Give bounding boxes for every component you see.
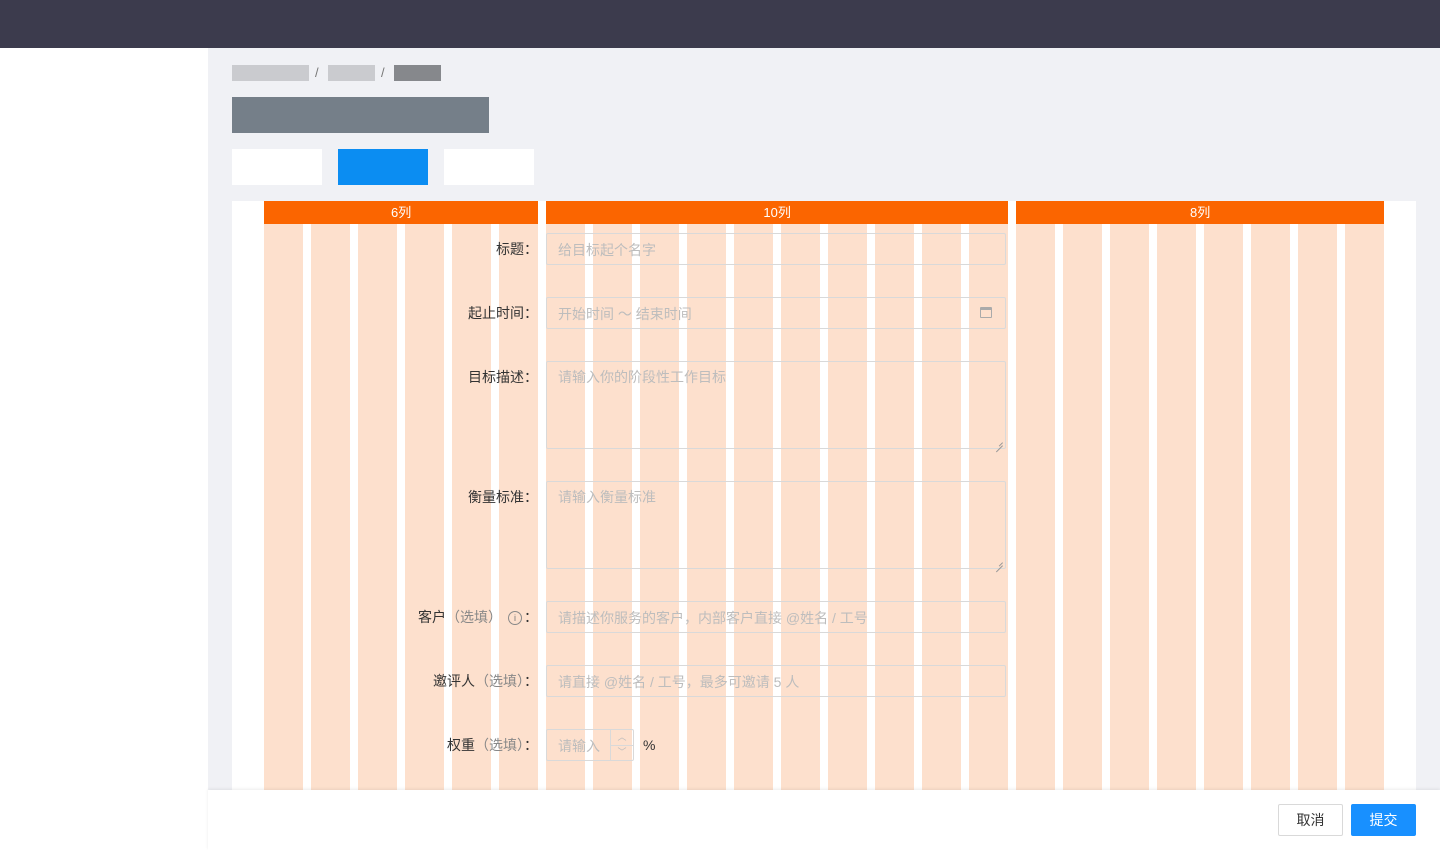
client-placeholder: 请描述你服务的客户，内部客户直接 @姓名 / 工号 (558, 610, 868, 626)
standard-textarea[interactable]: 请输入衡量标准 (546, 481, 1006, 569)
grid-column (405, 224, 445, 850)
breadcrumb-separator: / (381, 65, 385, 80)
grid-column (1157, 224, 1197, 850)
invites-label: 邀评人（选填）： (433, 673, 538, 689)
resize-handle-icon[interactable] (995, 558, 1003, 566)
top-nav-bar (0, 0, 1440, 48)
invites-input[interactable]: 请直接 @姓名 / 工号，最多可邀请 5 人 (546, 665, 1006, 697)
weight-placeholder: 请输入 (558, 738, 600, 754)
grid-column (1204, 224, 1244, 850)
breadcrumb-separator: / (315, 65, 319, 80)
grid-column (264, 224, 304, 850)
breadcrumb-item-current (394, 65, 441, 81)
date-range-placeholder: 开始时间 ～ 结束时间 (558, 306, 692, 322)
info-icon[interactable]: i (508, 611, 522, 625)
calendar-icon[interactable] (980, 307, 992, 318)
grid-header-2: 10列 (546, 201, 1009, 224)
stepper-down-icon[interactable]: ﹀ (611, 745, 633, 760)
grid-column (1345, 224, 1385, 850)
tab-3[interactable] (444, 149, 534, 185)
footer-toolbar: 取消 提交 (208, 790, 1440, 850)
stepper-up-icon[interactable]: ︿ (611, 730, 633, 746)
tab-2-active[interactable] (338, 149, 428, 185)
grid-column (1110, 224, 1150, 850)
resize-handle-icon[interactable] (995, 438, 1003, 446)
title-input[interactable]: 给目标起个名字 (546, 233, 1006, 265)
client-label: 客户（选填） i： (418, 609, 538, 625)
standard-placeholder: 请输入衡量标准 (558, 489, 656, 505)
grid-column (1016, 224, 1056, 850)
grid-header-3: 8列 (1016, 201, 1385, 224)
grid-column (311, 224, 351, 850)
client-input[interactable]: 请描述你服务的客户，内部客户直接 @姓名 / 工号 (546, 601, 1006, 633)
grid-column (358, 224, 398, 850)
weight-number-input[interactable]: 请输入 ︿ ﹀ (546, 729, 634, 761)
goal-textarea[interactable]: 请输入你的阶段性工作目标 (546, 361, 1006, 449)
goal-placeholder: 请输入你的阶段性工作目标 (558, 369, 726, 385)
breadcrumb-item-2[interactable] (328, 65, 375, 81)
cancel-button[interactable]: 取消 (1278, 804, 1343, 836)
grid-column (1298, 224, 1338, 850)
weight-stepper: ︿ ﹀ (610, 730, 633, 760)
title-placeholder: 给目标起个名字 (558, 242, 656, 258)
title-label: 标题： (496, 241, 538, 257)
weight-label: 权重（选填）： (447, 737, 538, 753)
main-content: / / 6列 10列 8列 标题： 给目标起个名字 起止时间： 开始时间 ～ 结束时… (208, 48, 1440, 850)
weight-unit: % (643, 737, 656, 753)
invites-placeholder: 请直接 @姓名 / 工号，最多可邀请 5 人 (558, 674, 800, 690)
form-card: 6列 10列 8列 标题： 给目标起个名字 起止时间： 开始时间 ～ 结束时间 目标… (232, 201, 1416, 850)
submit-button[interactable]: 提交 (1351, 804, 1416, 836)
standard-label: 衡量标准： (468, 489, 538, 505)
grid-column (1063, 224, 1103, 850)
tab-1[interactable] (232, 149, 322, 185)
date-range-picker[interactable]: 开始时间 ～ 结束时间 (546, 297, 1006, 329)
breadcrumb-item-1[interactable] (232, 65, 309, 81)
grid-column (1251, 224, 1291, 850)
sidebar (0, 48, 208, 850)
grid-header-1: 6列 (264, 201, 539, 224)
goal-label: 目标描述： (468, 369, 538, 385)
page-title (232, 97, 489, 133)
date-range-label: 起止时间： (468, 305, 538, 321)
